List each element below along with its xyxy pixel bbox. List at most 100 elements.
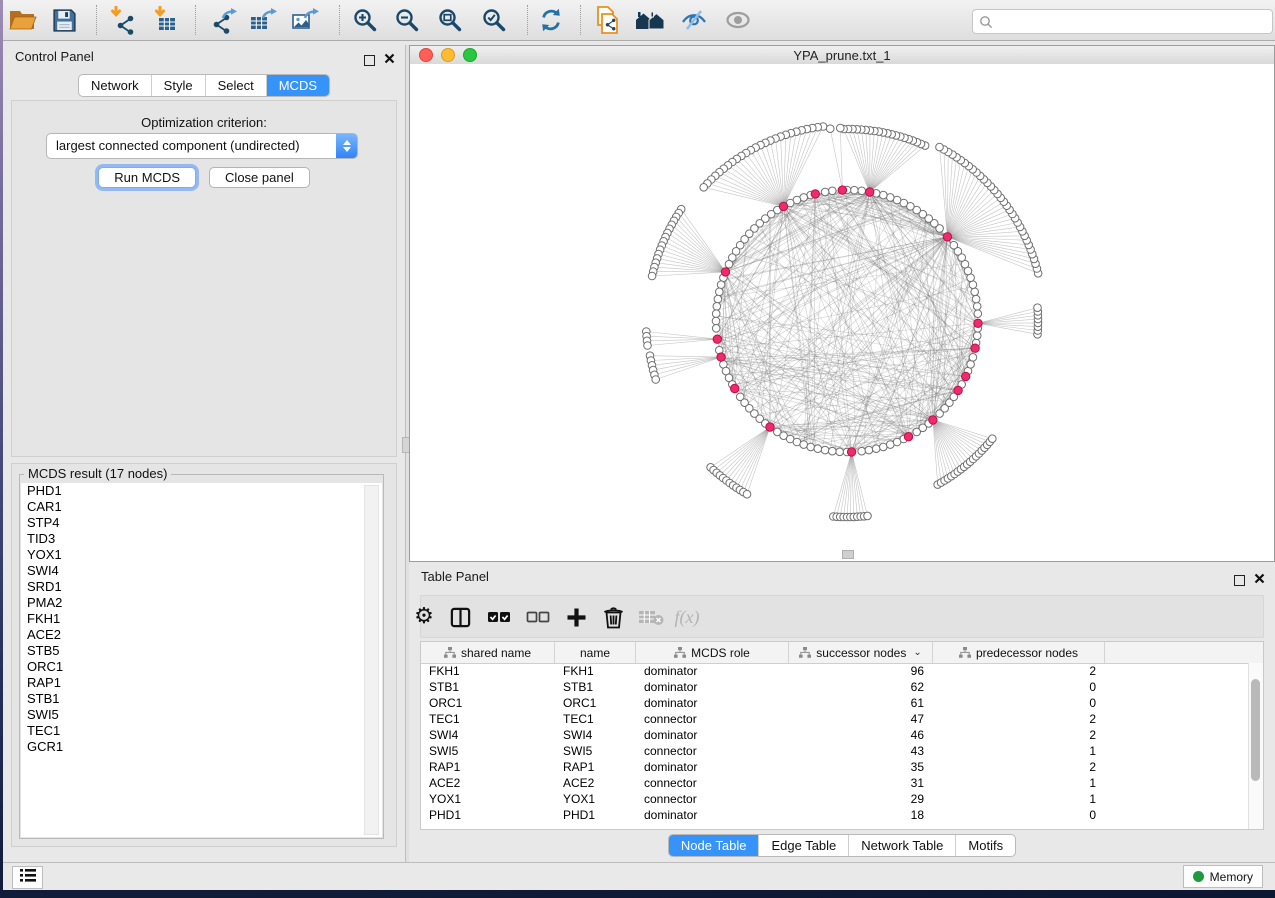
- mcds-result-item[interactable]: YOX1: [21, 547, 382, 563]
- table-row[interactable]: PHD1PHD1dominator180: [421, 807, 1249, 823]
- main-toolbar: [3, 0, 1275, 41]
- save-session-button[interactable]: [49, 5, 79, 35]
- export-table-button[interactable]: [249, 5, 279, 35]
- run-mcds-button[interactable]: Run MCDS: [98, 167, 196, 188]
- show-columns-button[interactable]: [445, 602, 475, 632]
- network-canvas[interactable]: [410, 64, 1274, 561]
- import-network-icon: [108, 6, 137, 35]
- table-row[interactable]: ORC1ORC1dominator610: [421, 695, 1249, 711]
- column-header-MCDS-role[interactable]: MCDS role: [636, 642, 789, 663]
- memory-button[interactable]: Memory: [1183, 865, 1263, 888]
- zoom-out-button[interactable]: [392, 5, 422, 35]
- table-row[interactable]: SWI4SWI4dominator462: [421, 727, 1249, 743]
- zoom-fit-button[interactable]: [435, 5, 465, 35]
- mcds-result-item[interactable]: CAR1: [21, 499, 382, 515]
- column-header-successor-nodes[interactable]: successor nodes⌄: [789, 642, 933, 663]
- mcds-result-item[interactable]: TEC1: [21, 723, 382, 739]
- cell-mcds_role: dominator: [636, 728, 789, 742]
- mcds-result-item[interactable]: GCR1: [21, 739, 382, 755]
- table-panel-title: Table Panel: [421, 569, 489, 584]
- network-from-document-button[interactable]: [592, 5, 622, 35]
- export-network-button[interactable]: [209, 5, 239, 35]
- import-table-icon: [152, 6, 181, 35]
- cell-name: STB1: [555, 680, 636, 694]
- mcds-result-item[interactable]: ACE2: [21, 627, 382, 643]
- mcds-result-item[interactable]: SWI4: [21, 563, 382, 579]
- mcds-result-item[interactable]: TID3: [21, 531, 382, 547]
- column-header-name[interactable]: name: [555, 642, 636, 663]
- mcds-result-panel: MCDS result (17 nodes) PHD1CAR1STP4TID3Y…: [11, 463, 397, 847]
- task-history-button[interactable]: [12, 866, 43, 889]
- table-row[interactable]: ACE2ACE2connector311: [421, 775, 1249, 791]
- mcds-result-item[interactable]: STB1: [21, 691, 382, 707]
- cell-name: TEC1: [555, 712, 636, 726]
- export-image-button[interactable]: [291, 5, 321, 35]
- network-window-titlebar: YPA_prune.txt_1: [410, 46, 1274, 65]
- mcds-result-item[interactable]: PHD1: [21, 483, 382, 499]
- table-row[interactable]: YOX1YOX1connector291: [421, 791, 1249, 807]
- add-row-button[interactable]: [561, 602, 591, 632]
- table-row[interactable]: TEC1TEC1connector472: [421, 711, 1249, 727]
- zoom-in-icon: [351, 6, 379, 34]
- result-list-scrollbar[interactable]: [364, 485, 379, 835]
- fx-icon: f(x): [675, 607, 700, 628]
- mcds-result-item[interactable]: RAP1: [21, 675, 382, 691]
- tab-select[interactable]: Select: [205, 75, 266, 96]
- document-network-icon: [593, 5, 621, 35]
- cell-predecessor_nodes: 1: [933, 792, 1105, 806]
- mcds-result-item[interactable]: ORC1: [21, 659, 382, 675]
- column-header-predecessor-nodes[interactable]: predecessor nodes: [933, 642, 1105, 663]
- close-panel-icon[interactable]: [384, 51, 395, 69]
- cell-mcds_role: dominator: [636, 696, 789, 710]
- zoom-selected-button[interactable]: [479, 5, 509, 35]
- table-row[interactable]: STB1STB1dominator620: [421, 679, 1249, 695]
- table-scrollbar[interactable]: [1248, 663, 1263, 829]
- tab-network-table[interactable]: Network Table: [848, 835, 955, 856]
- table-scrollbar-thumb[interactable]: [1251, 679, 1260, 781]
- mcds-result-item[interactable]: SWI5: [21, 707, 382, 723]
- search-input[interactable]: [993, 14, 1272, 30]
- cell-shared_name: FKH1: [421, 664, 555, 678]
- tab-mcds[interactable]: MCDS: [266, 75, 329, 96]
- mcds-result-item[interactable]: FKH1: [21, 611, 382, 627]
- close-panel-button[interactable]: Close panel: [209, 167, 310, 188]
- delete-row-button[interactable]: [598, 602, 628, 632]
- hide-panel-button[interactable]: [679, 5, 709, 35]
- network-window: YPA_prune.txt_1: [409, 45, 1275, 562]
- zoom-in-button[interactable]: [350, 5, 380, 35]
- cell-name: ACE2: [555, 776, 636, 790]
- tab-edge-table[interactable]: Edge Table: [758, 835, 848, 856]
- tab-motifs[interactable]: Motifs: [955, 835, 1015, 856]
- search-icon: [979, 15, 993, 29]
- tab-network[interactable]: Network: [79, 75, 151, 96]
- float-table-panel-icon[interactable]: [1234, 575, 1245, 586]
- mcds-result-item[interactable]: PMA2: [21, 595, 382, 611]
- import-table-button[interactable]: [151, 5, 181, 35]
- tab-style[interactable]: Style: [151, 75, 205, 96]
- mcds-result-item[interactable]: STB5: [21, 643, 382, 659]
- refresh-button[interactable]: [536, 5, 566, 35]
- table-row[interactable]: FKH1FKH1dominator962: [421, 663, 1249, 679]
- import-network-button[interactable]: [107, 5, 137, 35]
- table-row[interactable]: RAP1RAP1dominator352: [421, 759, 1249, 775]
- column-header-shared-name[interactable]: shared name: [421, 642, 555, 663]
- selected-criterion: largest connected component (undirected): [56, 138, 300, 153]
- home-button[interactable]: [635, 5, 665, 35]
- float-panel-icon[interactable]: [364, 55, 375, 66]
- mcds-result-item[interactable]: STP4: [21, 515, 382, 531]
- select-all-rows-button[interactable]: [484, 602, 514, 632]
- table-row[interactable]: SWI5SWI5connector431: [421, 743, 1249, 759]
- tab-node-table[interactable]: Node Table: [669, 835, 759, 856]
- optimization-criterion-select[interactable]: largest connected component (undirected): [46, 133, 358, 159]
- open-file-button[interactable]: [7, 5, 37, 35]
- columns-icon: [449, 606, 472, 629]
- hierarchy-icon: [799, 647, 811, 658]
- cell-name: SWI5: [555, 744, 636, 758]
- table-settings-button[interactable]: ⚙: [409, 602, 439, 632]
- split-pane-handle[interactable]: [842, 550, 854, 559]
- mcds-result-item[interactable]: SRD1: [21, 579, 382, 595]
- close-table-panel-icon[interactable]: [1254, 571, 1265, 589]
- cell-predecessor_nodes: 0: [933, 808, 1105, 822]
- unselect-all-rows-button[interactable]: [523, 602, 553, 632]
- unselect-all-icon: [526, 607, 550, 627]
